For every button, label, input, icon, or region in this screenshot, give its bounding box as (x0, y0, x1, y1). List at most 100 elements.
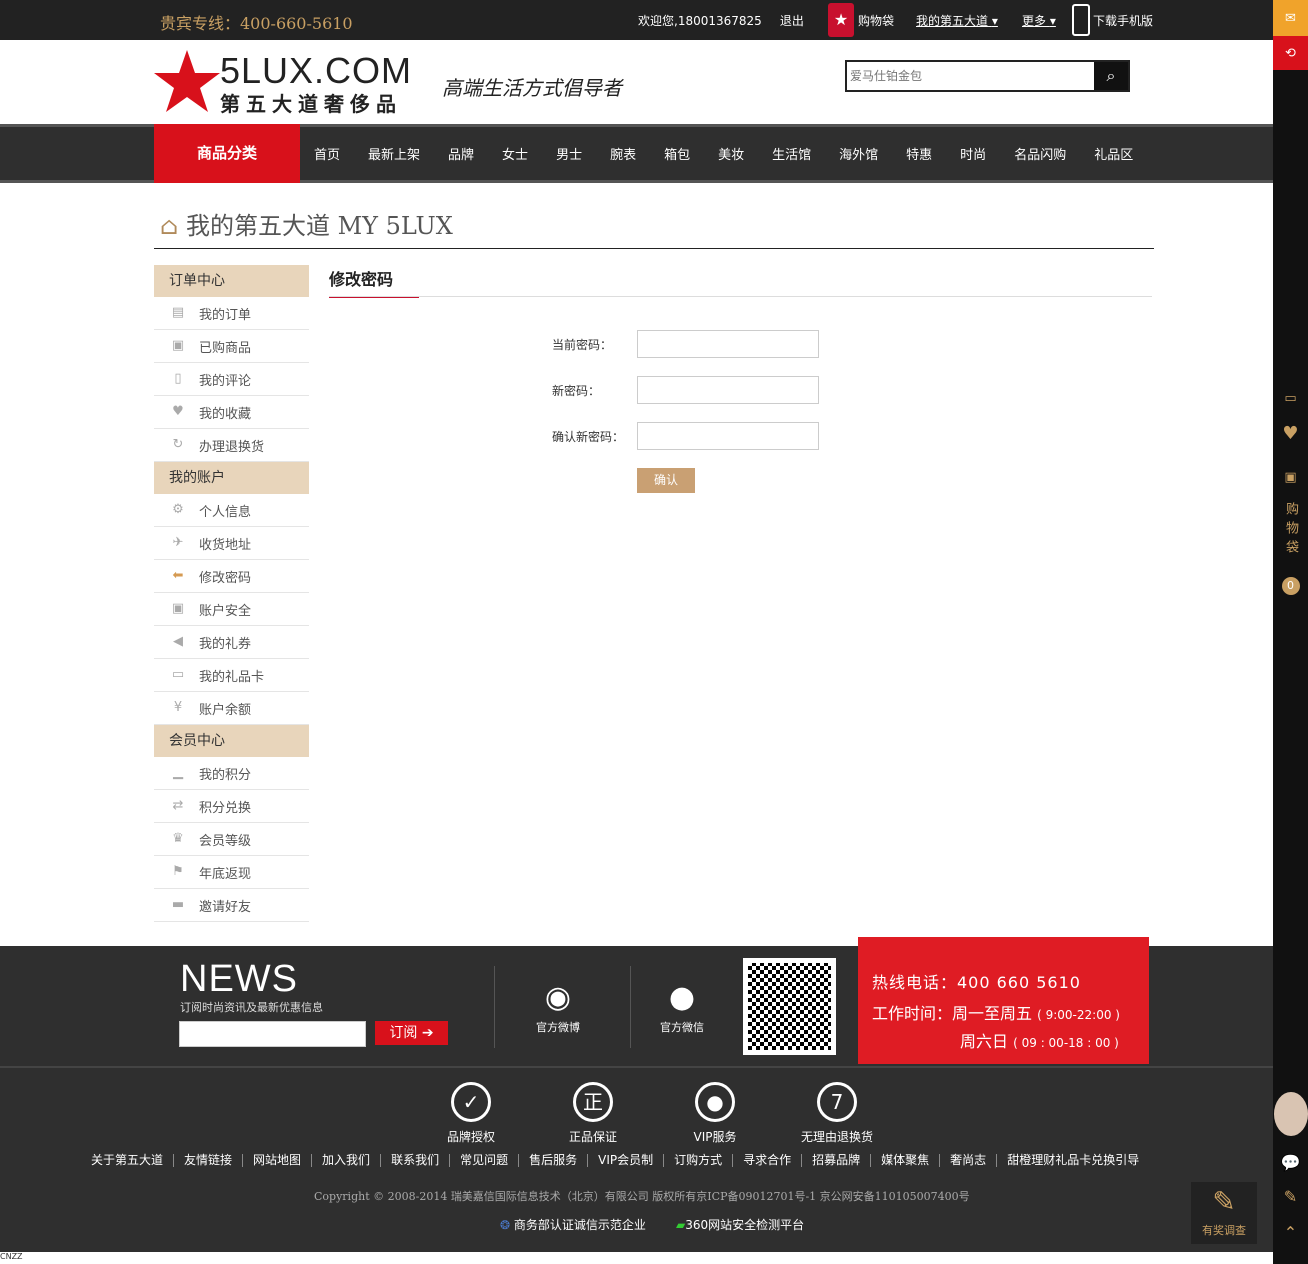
heart-icon[interactable]: ♥ (1273, 422, 1308, 444)
welcome-text: 欢迎您,18001367825 (638, 13, 762, 28)
subscribe-button[interactable]: 订阅 ➔ (375, 1021, 448, 1045)
mail-icon[interactable]: ✉ (1273, 0, 1308, 36)
key-icon: ⬅ (172, 568, 184, 583)
trust-360[interactable]: ▰360网站安全检测平台 (676, 1216, 804, 1233)
footer-link[interactable]: 寻求合作 (732, 1154, 801, 1167)
footer-link-list: 关于第五大道 友情链接 网站地图 加入我们 联系我们 常见问题 售后服务 VIP… (86, 1154, 1149, 1167)
bag-icon: ▣ (171, 338, 185, 353)
history-icon[interactable]: ⟲ (1273, 36, 1308, 70)
sidebar-cart-label[interactable]: 购物袋 (1273, 500, 1308, 560)
cnzz-stats-icon: CNZZ (0, 1252, 23, 1261)
footer-link[interactable]: 联系我们 (380, 1154, 449, 1167)
menu-item-active[interactable]: ⬅ 修改密码 (154, 560, 309, 593)
nav-item[interactable]: 美妆 (718, 144, 744, 163)
nav-item[interactable]: 首页 (314, 144, 340, 163)
confirm-password-input[interactable] (637, 422, 819, 450)
menu-item[interactable]: ✈ 收货地址 (154, 527, 309, 560)
menu-head-account: 我的账户 (154, 462, 309, 494)
footer-link[interactable]: 售后服务 (518, 1154, 587, 1167)
current-password-input[interactable] (637, 330, 819, 358)
bag-icon[interactable]: ▣ (1273, 466, 1308, 488)
right-sidebar: ✉ ⟲ ▭ ♥ ▣ 购物袋 0 💬 ✎ ⌃ (1273, 0, 1308, 1264)
menu-item[interactable]: ▬ 邀请好友 (154, 889, 309, 922)
menu-item[interactable]: ▣ 已购商品 (154, 330, 309, 363)
crown-icon: ♛ (172, 831, 184, 846)
footer-link[interactable]: VIP会员制 (587, 1154, 663, 1167)
footer-link[interactable]: 招募品牌 (801, 1154, 870, 1167)
footer-link[interactable]: 甜橙理财礼品卡兑换引导 (996, 1154, 1149, 1167)
home-icon: ⌂ (160, 212, 179, 240)
nav-item[interactable]: 最新上架 (368, 144, 420, 163)
menu-item[interactable]: ⇄ 积分兑换 (154, 790, 309, 823)
search-box: ⌕ (845, 60, 1130, 92)
nav-item[interactable]: 名品闪购 (1014, 144, 1066, 163)
arrow-right-icon: ➔ (421, 1025, 434, 1041)
plane-icon: ✈ (172, 535, 184, 550)
nav-item[interactable]: 腕表 (610, 144, 636, 163)
footer-link[interactable]: 奢尚志 (939, 1154, 996, 1167)
chat-icon[interactable]: 💬 (1273, 1152, 1308, 1172)
weibo-link[interactable]: ◉ 官方微博 (518, 980, 598, 1035)
footer-link[interactable]: 常见问题 (449, 1154, 518, 1167)
card-icon[interactable]: ▭ (1273, 388, 1308, 408)
download-app-link[interactable]: 下载手机版 (1072, 4, 1153, 36)
chart-icon: ▁ (173, 765, 183, 780)
footer-links: ✓ 品牌授权 正正品保证 ● VIP服务 7 无理由退换货 关于第五大道 友情链接 网… (0, 1066, 1273, 1252)
menu-item[interactable]: ▭ 我的礼品卡 (154, 659, 309, 692)
menu-item[interactable]: ▯ 我的评论 (154, 363, 309, 396)
subscribe-email-input[interactable] (179, 1021, 366, 1047)
cart-link[interactable]: ★ 购物袋 (828, 0, 898, 40)
badge-genuine: 正正品保证 (553, 1082, 633, 1145)
slogan: 高端生活方式倡导者 (442, 76, 622, 100)
phone-icon: ▯ (174, 371, 182, 386)
footer-link[interactable]: 媒体聚焦 (870, 1154, 939, 1167)
nav-item[interactable]: 男士 (556, 144, 582, 163)
survey-button[interactable]: ✎ 有奖调查 (1191, 1182, 1257, 1244)
nav-item[interactable]: 特惠 (906, 144, 932, 163)
new-password-input[interactable] (637, 376, 819, 404)
logout-link[interactable]: 退出 (780, 12, 804, 29)
top-links: 欢迎您,18001367825 退出 (638, 0, 804, 40)
footer-link[interactable]: 网站地图 (242, 1154, 311, 1167)
chevron-down-icon: ▾ (1049, 14, 1056, 28)
nav-item[interactable]: 生活馆 (772, 144, 811, 163)
nav-item[interactable]: 礼品区 (1094, 144, 1133, 163)
weixin-link[interactable]: ● 官方微信 (642, 980, 722, 1035)
more-link[interactable]: 更多 ▾ (1022, 12, 1056, 29)
back-to-top-icon[interactable]: ⌃ (1273, 1222, 1308, 1242)
search-icon[interactable]: ⌕ (1094, 62, 1128, 90)
menu-item[interactable]: ▣ 账户安全 (154, 593, 309, 626)
category-menu-button[interactable]: 商品分类 (154, 124, 300, 183)
menu-item[interactable]: ¥ 账户余额 (154, 692, 309, 725)
trust-commerce[interactable]: ❂ 商务部认证诚信示范企业 (500, 1216, 646, 1233)
nav-item[interactable]: 品牌 (448, 144, 474, 163)
footer-link[interactable]: 友情链接 (173, 1154, 242, 1167)
chat-icon: ▬ (171, 897, 185, 912)
nav-item[interactable]: 女士 (502, 144, 528, 163)
pen-icon[interactable]: ✎ (1273, 1186, 1308, 1206)
footer-link[interactable]: 关于第五大道 (86, 1154, 173, 1167)
menu-item[interactable]: ◀ 我的礼券 (154, 626, 309, 659)
menu-item[interactable]: ⚙ 个人信息 (154, 494, 309, 527)
menu-item[interactable]: ♥ 我的收藏 (154, 396, 309, 429)
search-input[interactable] (847, 62, 1095, 90)
menu-item[interactable]: ▁ 我的积分 (154, 757, 309, 790)
my5lux-link[interactable]: 我的第五大道 ▾ (916, 12, 998, 29)
support-avatar[interactable] (1273, 1092, 1308, 1136)
nav-item[interactable]: 箱包 (664, 144, 690, 163)
footer-link[interactable]: 加入我们 (311, 1154, 380, 1167)
menu-item[interactable]: ▤ 我的订单 (154, 297, 309, 330)
nav-item[interactable]: 海外馆 (839, 144, 878, 163)
menu-item[interactable]: ♛ 会员等级 (154, 823, 309, 856)
nav-items: 首页 最新上架 品牌 女士 男士 腕表 箱包 美妆 生活馆 海外馆 特惠 时尚 … (314, 127, 1161, 180)
confirm-button[interactable]: 确认 (637, 468, 695, 493)
nav-item[interactable]: 时尚 (960, 144, 986, 163)
main-nav: 商品分类 首页 最新上架 品牌 女士 男士 腕表 箱包 美妆 生活馆 海外馆 特… (0, 124, 1273, 183)
footer-link[interactable]: 订购方式 (663, 1154, 732, 1167)
title-divider (154, 248, 1154, 249)
menu-item[interactable]: ↻ 办理退换货 (154, 429, 309, 462)
section-title: 修改密码 (329, 266, 419, 298)
badge-brand-auth: ✓ 品牌授权 (431, 1082, 511, 1145)
menu-item[interactable]: ⚑ 年底返现 (154, 856, 309, 889)
cart-count-badge: 0 (1281, 577, 1300, 595)
